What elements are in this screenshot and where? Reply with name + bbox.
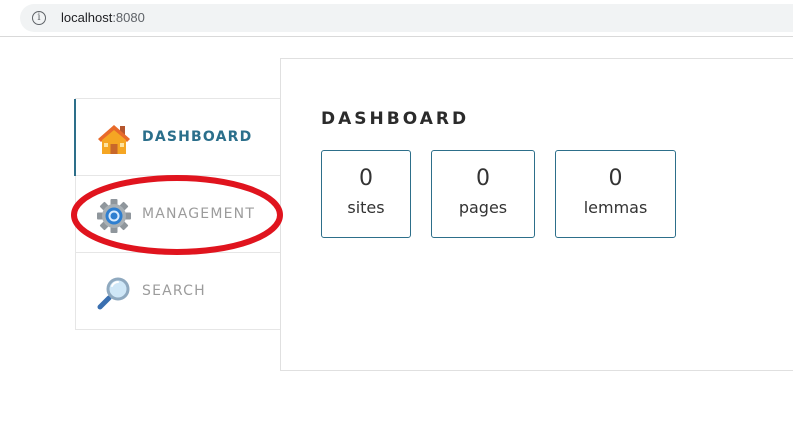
url-field[interactable]: i localhost:8080 — [20, 4, 793, 32]
gear-icon — [97, 199, 131, 233]
browser-address-bar: i localhost:8080 — [0, 0, 793, 37]
stat-value: 0 — [476, 166, 490, 191]
stat-value: 0 — [608, 166, 623, 191]
stat-label: pages — [458, 198, 508, 217]
page-title: DASHBOARD — [321, 109, 470, 130]
sidebar-item-search[interactable]: SEARCH — [76, 253, 281, 330]
sidebar-item-label: SEARCH — [142, 283, 206, 299]
sidebar-item-label: MANAGEMENT — [142, 206, 256, 222]
sidebar-item-dashboard[interactable]: DASHBOARD — [74, 99, 281, 176]
stat-value: 0 — [359, 166, 373, 191]
url-text[interactable]: localhost:8080 — [61, 10, 145, 26]
stat-card-pages: 0 pages — [431, 150, 535, 238]
dashboard-panel: DASHBOARD 0 sites 0 pages 0 lemmas — [280, 58, 793, 371]
sidebar-item-management[interactable]: MANAGEMENT — [76, 176, 281, 253]
stat-card-sites: 0 sites — [321, 150, 411, 238]
url-port: :8080 — [112, 10, 145, 25]
url-host: localhost — [61, 10, 113, 25]
sidebar-nav: DASHBOARD MANAGEMENT SEARCH — [74, 98, 281, 330]
stat-label: lemmas — [583, 198, 648, 217]
magnifier-icon — [97, 277, 130, 310]
sidebar-item-label: DASHBOARD — [142, 129, 253, 145]
stat-label: sites — [347, 198, 385, 217]
stat-card-lemmas: 0 lemmas — [555, 150, 676, 238]
site-info-icon[interactable]: i — [32, 11, 46, 25]
home-icon — [98, 125, 130, 154]
